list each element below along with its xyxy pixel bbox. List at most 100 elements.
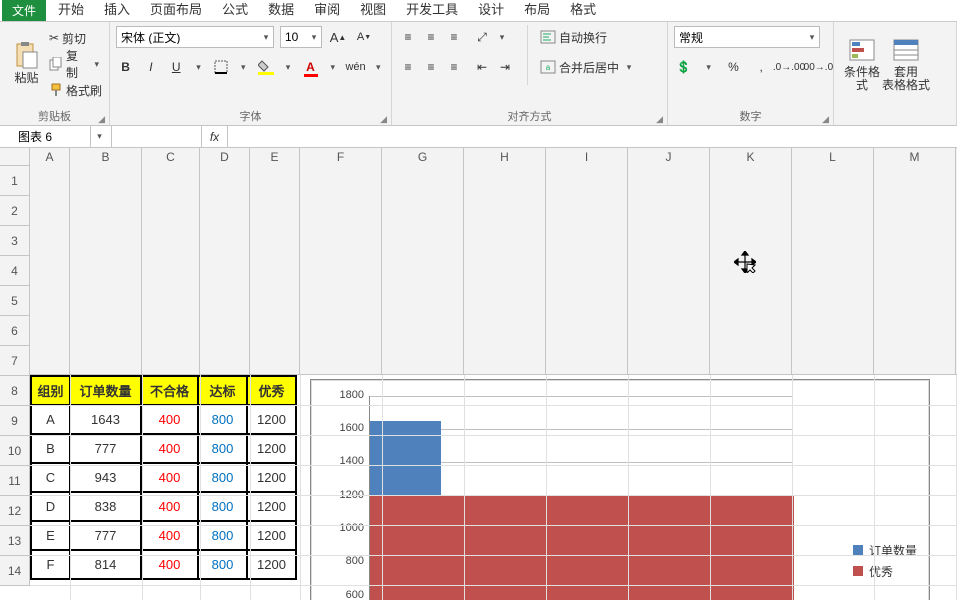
- row-header[interactable]: 5: [0, 286, 29, 316]
- table-cell[interactable]: 400: [141, 434, 198, 463]
- dialog-launcher-icon[interactable]: ◢: [822, 114, 829, 125]
- decrease-font-icon[interactable]: A▼: [354, 27, 374, 47]
- file-tab[interactable]: 文件: [2, 0, 46, 21]
- col-header[interactable]: M: [874, 148, 956, 374]
- increase-indent-icon[interactable]: ⇥: [495, 57, 515, 77]
- row-header[interactable]: 6: [0, 316, 29, 346]
- table-cell[interactable]: 838: [70, 492, 141, 521]
- table-cell[interactable]: 800: [198, 434, 247, 463]
- table-cell[interactable]: C: [31, 463, 70, 492]
- dialog-launcher-icon[interactable]: ◢: [98, 114, 105, 125]
- col-header[interactable]: L: [792, 148, 874, 374]
- ribbon-tab-8[interactable]: 设计: [468, 0, 514, 21]
- chevron-down-icon[interactable]: ▾: [372, 62, 385, 73]
- chart-plot-area[interactable]: 020040060080010001200140016001800ABCDEF: [369, 396, 793, 600]
- col-header[interactable]: H: [464, 148, 546, 374]
- align-left-icon[interactable]: ≡: [398, 57, 418, 77]
- chevron-down-icon[interactable]: ▾: [192, 62, 205, 73]
- row-header[interactable]: 13: [0, 526, 29, 556]
- row-header[interactable]: 7: [0, 346, 29, 376]
- col-header[interactable]: C: [142, 148, 200, 374]
- row-header[interactable]: 4: [0, 256, 29, 286]
- align-right-icon[interactable]: ≡: [444, 57, 464, 77]
- number-format-input[interactable]: [675, 30, 805, 44]
- table-cell[interactable]: 1200: [247, 463, 296, 492]
- paste-button[interactable]: 粘贴: [6, 25, 47, 103]
- fill-color-button[interactable]: [256, 57, 275, 77]
- name-box[interactable]: ▾: [0, 126, 112, 147]
- row-header[interactable]: 10: [0, 436, 29, 466]
- col-header[interactable]: F: [300, 148, 382, 374]
- table-cell[interactable]: 400: [141, 405, 198, 434]
- bold-button[interactable]: B: [116, 57, 135, 77]
- chevron-down-icon[interactable]: ▾: [326, 62, 339, 73]
- col-header[interactable]: G: [382, 148, 464, 374]
- font-name-combo[interactable]: ▾: [116, 26, 274, 48]
- chart-object[interactable]: 020040060080010001200140016001800ABCDEF …: [310, 379, 930, 600]
- row-header[interactable]: 3: [0, 226, 29, 256]
- fx-icon[interactable]: fx: [202, 126, 228, 147]
- font-name-input[interactable]: [117, 30, 259, 44]
- chevron-down-icon[interactable]: ▾: [237, 62, 250, 73]
- font-size-combo[interactable]: ▾: [280, 26, 322, 48]
- ribbon-tab-1[interactable]: 插入: [94, 0, 140, 21]
- ribbon-tab-10[interactable]: 格式: [560, 0, 606, 21]
- align-center-icon[interactable]: ≡: [421, 57, 441, 77]
- table-cell[interactable]: 800: [198, 405, 247, 434]
- accounting-format-icon[interactable]: 💲: [674, 57, 694, 77]
- table-cell[interactable]: 1643: [70, 405, 141, 434]
- align-top-icon[interactable]: ≡: [398, 27, 418, 47]
- col-header[interactable]: I: [546, 148, 628, 374]
- col-header[interactable]: K: [710, 148, 792, 374]
- table-cell[interactable]: 800: [198, 492, 247, 521]
- chevron-down-icon[interactable]: ▾: [307, 32, 321, 43]
- font-size-input[interactable]: [281, 30, 307, 44]
- wrap-text-button[interactable]: 自动换行: [540, 25, 636, 49]
- ribbon-tab-4[interactable]: 数据: [258, 0, 304, 21]
- chevron-down-icon[interactable]: ▾: [90, 126, 108, 147]
- format-painter-button[interactable]: 格式刷: [49, 78, 103, 102]
- ribbon-tab-9[interactable]: 布局: [514, 0, 560, 21]
- col-header[interactable]: E: [250, 148, 300, 374]
- formula-input[interactable]: [228, 126, 957, 147]
- decrease-indent-icon[interactable]: ⇤: [472, 57, 492, 77]
- italic-button[interactable]: I: [141, 57, 160, 77]
- select-all-corner[interactable]: [0, 148, 30, 166]
- orientation-icon[interactable]: ⤢: [472, 27, 492, 47]
- cells-area[interactable]: 组别订单数量不合格达标优秀A16434008001200B77740080012…: [30, 375, 957, 600]
- row-header[interactable]: 11: [0, 466, 29, 496]
- chevron-down-icon[interactable]: ▾: [90, 59, 103, 70]
- col-header[interactable]: D: [200, 148, 250, 374]
- table-cell[interactable]: 943: [70, 463, 141, 492]
- table-cell[interactable]: 777: [70, 434, 141, 463]
- ribbon-tab-7[interactable]: 开发工具: [396, 0, 468, 21]
- chart-series-bar[interactable]: [370, 421, 441, 495]
- conditional-format-button[interactable]: 条件格式: [840, 25, 884, 103]
- row-header[interactable]: 1: [0, 166, 29, 196]
- table-cell[interactable]: 1200: [247, 405, 296, 434]
- col-header[interactable]: J: [628, 148, 710, 374]
- dialog-launcher-icon[interactable]: ◢: [656, 114, 663, 125]
- table-cell[interactable]: A: [31, 405, 70, 434]
- ribbon-tab-5[interactable]: 审阅: [304, 0, 350, 21]
- copy-button[interactable]: 复制 ▾: [49, 52, 103, 76]
- ribbon-tab-0[interactable]: 开始: [48, 0, 94, 21]
- chevron-down-icon[interactable]: ▾: [495, 32, 509, 43]
- merge-center-button[interactable]: a 合并后居中 ▾: [540, 55, 636, 79]
- ribbon-tab-2[interactable]: 页面布局: [140, 0, 212, 21]
- ribbon-tab-6[interactable]: 视图: [350, 0, 396, 21]
- table-cell[interactable]: D: [31, 492, 70, 521]
- phonetic-guide-icon[interactable]: wén: [346, 57, 366, 77]
- chevron-down-icon[interactable]: ▾: [702, 62, 716, 73]
- col-header[interactable]: B: [70, 148, 142, 374]
- increase-font-icon[interactable]: A▲: [328, 27, 348, 47]
- decrease-decimal-icon[interactable]: .00→.0: [807, 57, 827, 77]
- row-header[interactable]: 14: [0, 556, 29, 586]
- chevron-down-icon[interactable]: ▾: [805, 32, 819, 43]
- legend-item[interactable]: 订单数量: [853, 542, 917, 559]
- name-box-input[interactable]: [0, 129, 90, 145]
- legend-item[interactable]: 优秀: [853, 563, 917, 580]
- chevron-down-icon[interactable]: ▾: [622, 62, 636, 73]
- row-header[interactable]: 8: [0, 376, 29, 406]
- col-header[interactable]: A: [30, 148, 70, 374]
